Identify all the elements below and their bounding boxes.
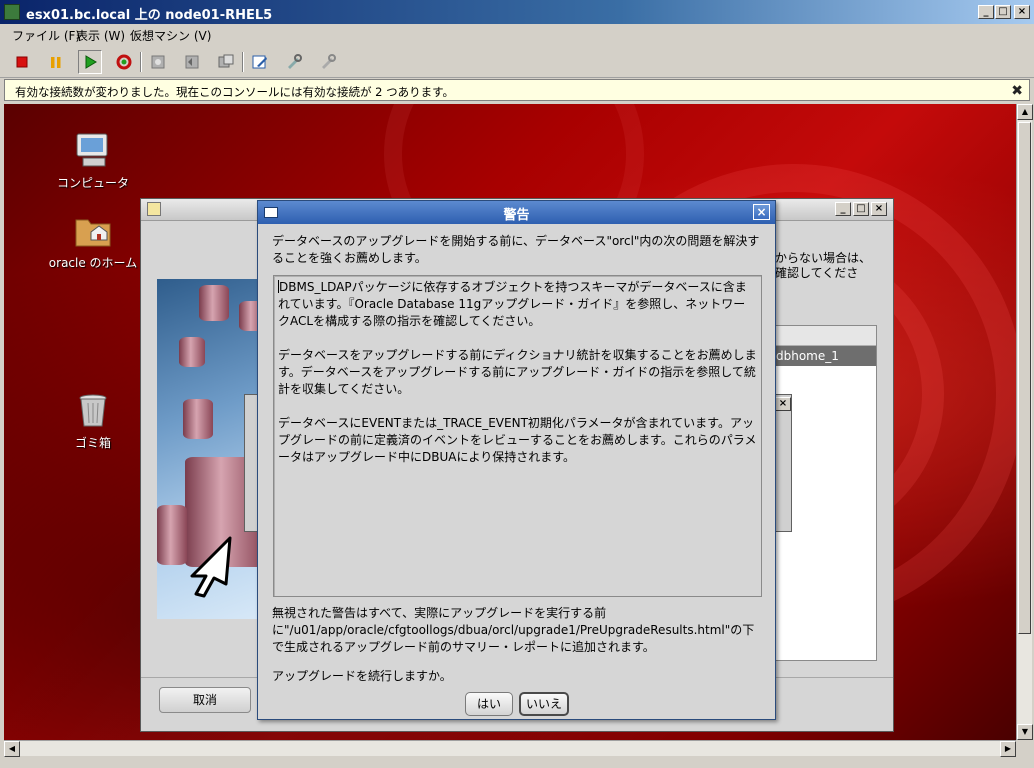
notice-text: 有効な接続数が変わりました。現在このコンソールには有効な接続が 2 つあります。	[15, 85, 454, 99]
dbua-app-icon	[147, 202, 161, 216]
snapshot-icon[interactable]	[146, 50, 170, 74]
stop-icon[interactable]	[10, 50, 34, 74]
desktop-icon-label: oracle のホーム	[48, 256, 138, 270]
menu-vm[interactable]: 仮想マシン (V)	[130, 27, 211, 44]
desktop-icon-label: ゴミ箱	[74, 436, 111, 450]
dbua-maximize-button[interactable]: □	[853, 202, 869, 216]
warning-dialog: 警告 × データベースのアップグレードを開始する前に、データベース"orcl"内…	[257, 200, 776, 720]
menu-file[interactable]: ファイル (F)	[12, 27, 80, 44]
warning-message: データベースをアップグレードする前にディクショナリ統計を収集することをお薦めしま…	[278, 348, 757, 396]
desktop-icon-trash[interactable]: ゴミ箱	[48, 390, 138, 451]
connection-notice-bar: 有効な接続数が変わりました。現在このコンソールには有効な接続が 2 つあります。…	[4, 79, 1030, 101]
reset-icon[interactable]	[112, 50, 136, 74]
menu-view[interactable]: 表示 (W)	[76, 27, 125, 44]
dbua-instruction-fragment-2: 確認してくださ	[775, 264, 859, 281]
vertical-scrollbar[interactable]: ▲ ▼	[1016, 104, 1033, 740]
scroll-right-arrow-icon[interactable]: ▶	[1000, 741, 1016, 757]
scroll-up-arrow-icon[interactable]: ▲	[1017, 104, 1033, 120]
menubar: ファイル (F) 表示 (W) 仮想マシン (V)	[0, 24, 1034, 44]
play-icon[interactable]	[78, 50, 102, 74]
dbua-cancel-button[interactable]: 取消	[159, 687, 251, 713]
warning-intro-text: データベースのアップグレードを開始する前に、データベース"orcl"内の次の問題…	[272, 234, 760, 265]
warning-footer-text: 無視された警告はすべて、実際にアップグレードを実行する前に"/u01/app/o…	[272, 606, 755, 654]
continue-question: アップグレードを続行しますか。	[272, 669, 452, 683]
mouse-pointer-icon	[186, 536, 236, 598]
scroll-down-arrow-icon[interactable]: ▼	[1017, 724, 1033, 740]
notice-close-icon[interactable]: ✖	[1011, 83, 1023, 99]
scroll-left-arrow-icon[interactable]: ◀	[4, 741, 20, 757]
no-button[interactable]: いいえ	[519, 692, 569, 716]
window-title: esx01.bc.local 上の node01-RHEL5	[26, 8, 273, 23]
scrollbar-corner	[1016, 740, 1032, 756]
desktop-icon-home[interactable]: oracle のホーム	[48, 210, 138, 271]
vertical-scroll-thumb[interactable]	[1018, 122, 1031, 634]
warning-title: 警告	[503, 208, 530, 223]
computer-icon	[73, 130, 113, 170]
warning-messages-box[interactable]: DBMS_LDAPパッケージに依存するオブジェクトを持つスキーマがデータベースに…	[273, 275, 762, 597]
dbua-close-button[interactable]: ×	[871, 202, 887, 216]
dbua-minimize-button[interactable]: _	[835, 202, 851, 216]
vmware-console-icon	[4, 4, 20, 20]
warning-message: データベースにEVENTまたは_TRACE_EVENT初期化パラメータが含まれて…	[278, 416, 757, 464]
maximize-button[interactable]: □	[995, 5, 1011, 19]
warning-message: DBMS_LDAPパッケージに依存するオブジェクトを持つスキーマがデータベースに…	[278, 280, 747, 328]
horizontal-scrollbar[interactable]: ◀ ▶	[4, 740, 1016, 757]
home-folder-icon	[73, 210, 113, 250]
background-dialog-close-button[interactable]: ×	[775, 397, 791, 411]
minimize-button[interactable]: _	[978, 5, 994, 19]
yes-button[interactable]: はい	[465, 692, 513, 716]
trash-icon	[73, 390, 113, 430]
migrate-icon[interactable]	[316, 50, 340, 74]
desktop-icon-label: コンピュータ	[56, 176, 129, 190]
close-button[interactable]: ×	[1014, 5, 1030, 19]
warning-titlebar: 警告 ×	[258, 201, 775, 224]
manage-snapshots-icon[interactable]	[214, 50, 238, 74]
desktop-icon-computer[interactable]: コンピュータ	[48, 130, 138, 191]
pause-icon[interactable]	[44, 50, 68, 74]
warning-close-button[interactable]: ×	[753, 204, 770, 220]
revert-snapshot-icon[interactable]	[180, 50, 204, 74]
vmware-tools-icon[interactable]	[282, 50, 306, 74]
toolbar	[0, 44, 1034, 78]
edit-settings-icon[interactable]	[248, 50, 272, 74]
window-titlebar: esx01.bc.local 上の node01-RHEL5 _ □ ×	[0, 0, 1034, 24]
